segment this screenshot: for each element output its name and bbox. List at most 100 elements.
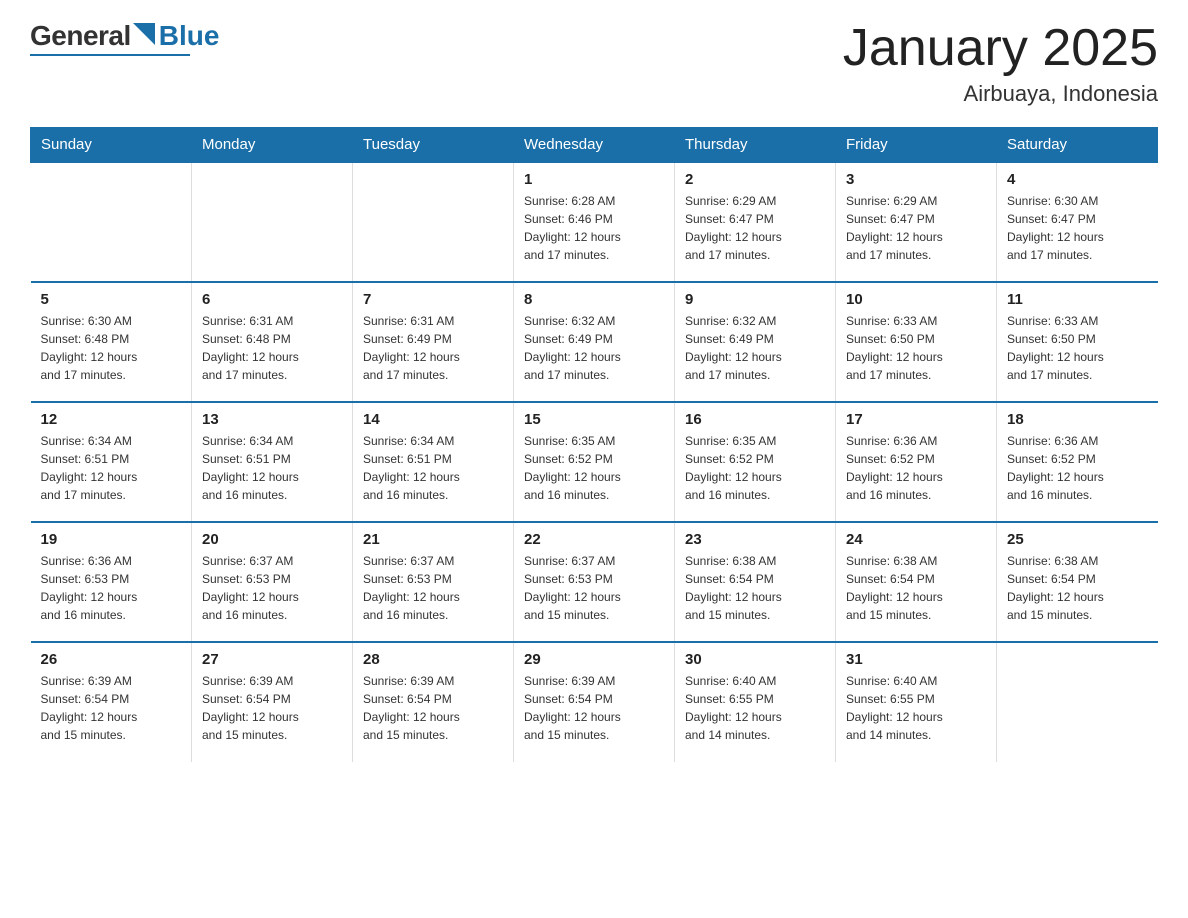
day-info: Sunrise: 6:34 AMSunset: 6:51 PMDaylight:…: [202, 432, 342, 504]
title-block: January 2025 Airbuaya, Indonesia: [843, 20, 1158, 107]
calendar-cell: 2Sunrise: 6:29 AMSunset: 6:47 PMDaylight…: [675, 162, 836, 282]
calendar-cell: 30 Sunrise: 6:40 AMSunset: 6:55 PMDayligh…: [675, 642, 836, 762]
calendar-cell: 16 Sunrise: 6:35 AMSunset: 6:52 PMDayligh…: [675, 402, 836, 522]
day-info: Sunrise: 6:36 AMSunset: 6:52 PMDaylight:…: [846, 432, 986, 504]
day-info: Sunrise: 6:37 AMSunset: 6:53 PMDaylight:…: [202, 552, 342, 624]
day-number: 28: [363, 651, 503, 668]
day-number: 4: [1007, 171, 1148, 188]
day-info: Sunrise: 6:38 AMSunset: 6:54 PMDaylight:…: [1007, 552, 1148, 624]
calendar-cell: 4 Sunrise: 6:30 AMSunset: 6:47 PMDaylight…: [997, 162, 1158, 282]
calendar-cell: 24Sunrise: 6:38 AMSunset: 6:54 PMDayligh…: [836, 522, 997, 642]
day-info: Sunrise: 6:35 AMSunset: 6:52 PMDaylight:…: [524, 432, 664, 504]
calendar-cell: 1 Sunrise: 6:28 AMSunset: 6:46 PMDaylight…: [514, 162, 675, 282]
calendar-cell: 15 Sunrise: 6:35 AMSunset: 6:52 PMDayligh…: [514, 402, 675, 522]
calendar-cell: 22 Sunrise: 6:37 AMSunset: 6:53 PMDayligh…: [514, 522, 675, 642]
day-info: Sunrise: 6:33 AMSunset: 6:50 PMDaylight:…: [1007, 312, 1148, 384]
day-number: 31: [846, 651, 986, 668]
calendar-cell: 6 Sunrise: 6:31 AMSunset: 6:48 PMDaylight…: [192, 282, 353, 402]
day-number: 1: [524, 171, 664, 188]
calendar-cell: 29Sunrise: 6:39 AMSunset: 6:54 PMDayligh…: [514, 642, 675, 762]
day-info: Sunrise: 6:33 AMSunset: 6:50 PMDaylight:…: [846, 312, 986, 384]
calendar-cell: 17 Sunrise: 6:36 AMSunset: 6:52 PMDayligh…: [836, 402, 997, 522]
calendar-cell: [997, 642, 1158, 762]
day-number: 8: [524, 291, 664, 308]
day-number: 17: [846, 411, 986, 428]
calendar-cell: [31, 162, 192, 282]
day-info: Sunrise: 6:40 AMSunset: 6:55 PMDaylight:…: [685, 672, 825, 744]
day-info: Sunrise: 6:39 AMSunset: 6:54 PMDaylight:…: [524, 672, 664, 744]
day-number: 21: [363, 531, 503, 548]
calendar-cell: 10Sunrise: 6:33 AMSunset: 6:50 PMDayligh…: [836, 282, 997, 402]
day-info: Sunrise: 6:31 AMSunset: 6:49 PMDaylight:…: [363, 312, 503, 384]
day-number: 16: [685, 411, 825, 428]
day-info: Sunrise: 6:37 AMSunset: 6:53 PMDaylight:…: [524, 552, 664, 624]
day-info: Sunrise: 6:35 AMSunset: 6:52 PMDaylight:…: [685, 432, 825, 504]
calendar-cell: 8 Sunrise: 6:32 AMSunset: 6:49 PMDaylight…: [514, 282, 675, 402]
day-info: Sunrise: 6:30 AMSunset: 6:47 PMDaylight:…: [1007, 192, 1148, 264]
calendar-week-row: 26 Sunrise: 6:39 AMSunset: 6:54 PMDayligh…: [31, 642, 1158, 762]
calendar-header-thursday: Thursday: [675, 128, 836, 163]
calendar-cell: 9Sunrise: 6:32 AMSunset: 6:49 PMDaylight…: [675, 282, 836, 402]
calendar-cell: 28 Sunrise: 6:39 AMSunset: 6:54 PMDayligh…: [353, 642, 514, 762]
day-number: 12: [41, 411, 182, 428]
day-number: 3: [846, 171, 986, 188]
day-number: 26: [41, 651, 182, 668]
day-info: Sunrise: 6:39 AMSunset: 6:54 PMDaylight:…: [363, 672, 503, 744]
day-number: 20: [202, 531, 342, 548]
month-title: January 2025: [843, 20, 1158, 77]
day-number: 6: [202, 291, 342, 308]
calendar-cell: 27 Sunrise: 6:39 AMSunset: 6:54 PMDayligh…: [192, 642, 353, 762]
calendar-cell: [192, 162, 353, 282]
calendar-cell: 13 Sunrise: 6:34 AMSunset: 6:51 PMDayligh…: [192, 402, 353, 522]
day-number: 24: [846, 531, 986, 548]
day-info: Sunrise: 6:28 AMSunset: 6:46 PMDaylight:…: [524, 192, 664, 264]
day-number: 7: [363, 291, 503, 308]
calendar-week-row: 19Sunrise: 6:36 AMSunset: 6:53 PMDayligh…: [31, 522, 1158, 642]
calendar-header-tuesday: Tuesday: [353, 128, 514, 163]
day-info: Sunrise: 6:36 AMSunset: 6:53 PMDaylight:…: [41, 552, 182, 624]
day-info: Sunrise: 6:39 AMSunset: 6:54 PMDaylight:…: [202, 672, 342, 744]
calendar-cell: 31 Sunrise: 6:40 AMSunset: 6:55 PMDayligh…: [836, 642, 997, 762]
day-info: Sunrise: 6:36 AMSunset: 6:52 PMDaylight:…: [1007, 432, 1148, 504]
day-info: Sunrise: 6:31 AMSunset: 6:48 PMDaylight:…: [202, 312, 342, 384]
day-info: Sunrise: 6:32 AMSunset: 6:49 PMDaylight:…: [685, 312, 825, 384]
logo-blue-text: Blue: [159, 20, 220, 52]
calendar-cell: 12Sunrise: 6:34 AMSunset: 6:51 PMDayligh…: [31, 402, 192, 522]
calendar-header-wednesday: Wednesday: [514, 128, 675, 163]
calendar-cell: [353, 162, 514, 282]
calendar-cell: 7 Sunrise: 6:31 AMSunset: 6:49 PMDaylight…: [353, 282, 514, 402]
day-info: Sunrise: 6:40 AMSunset: 6:55 PMDaylight:…: [846, 672, 986, 744]
day-number: 5: [41, 291, 182, 308]
logo-triangle-icon: [133, 23, 155, 45]
calendar-cell: 19Sunrise: 6:36 AMSunset: 6:53 PMDayligh…: [31, 522, 192, 642]
page-header: General Blue January 2025 Airbuaya, Indo…: [30, 20, 1158, 107]
day-number: 22: [524, 531, 664, 548]
day-info: Sunrise: 6:39 AMSunset: 6:54 PMDaylight:…: [41, 672, 182, 744]
day-info: Sunrise: 6:30 AMSunset: 6:48 PMDaylight:…: [41, 312, 182, 384]
day-number: 11: [1007, 291, 1148, 308]
logo: General Blue: [30, 20, 219, 56]
calendar-cell: 11 Sunrise: 6:33 AMSunset: 6:50 PMDayligh…: [997, 282, 1158, 402]
calendar-header-sunday: Sunday: [31, 128, 192, 163]
calendar-table: SundayMondayTuesdayWednesdayThursdayFrid…: [30, 127, 1158, 762]
day-number: 25: [1007, 531, 1148, 548]
day-number: 30: [685, 651, 825, 668]
day-number: 18: [1007, 411, 1148, 428]
calendar-week-row: 5 Sunrise: 6:30 AMSunset: 6:48 PMDaylight…: [31, 282, 1158, 402]
day-number: 15: [524, 411, 664, 428]
day-number: 14: [363, 411, 503, 428]
calendar-header-row: SundayMondayTuesdayWednesdayThursdayFrid…: [31, 128, 1158, 163]
day-info: Sunrise: 6:37 AMSunset: 6:53 PMDaylight:…: [363, 552, 503, 624]
calendar-cell: 5 Sunrise: 6:30 AMSunset: 6:48 PMDaylight…: [31, 282, 192, 402]
calendar-cell: 21 Sunrise: 6:37 AMSunset: 6:53 PMDayligh…: [353, 522, 514, 642]
day-info: Sunrise: 6:32 AMSunset: 6:49 PMDaylight:…: [524, 312, 664, 384]
calendar-week-row: 1 Sunrise: 6:28 AMSunset: 6:46 PMDaylight…: [31, 162, 1158, 282]
calendar-cell: 23Sunrise: 6:38 AMSunset: 6:54 PMDayligh…: [675, 522, 836, 642]
calendar-cell: 25 Sunrise: 6:38 AMSunset: 6:54 PMDayligh…: [997, 522, 1158, 642]
calendar-cell: 18 Sunrise: 6:36 AMSunset: 6:52 PMDayligh…: [997, 402, 1158, 522]
logo-general-text: General: [30, 20, 131, 52]
day-info: Sunrise: 6:34 AMSunset: 6:51 PMDaylight:…: [363, 432, 503, 504]
day-number: 13: [202, 411, 342, 428]
location-title: Airbuaya, Indonesia: [843, 81, 1158, 107]
day-number: 27: [202, 651, 342, 668]
